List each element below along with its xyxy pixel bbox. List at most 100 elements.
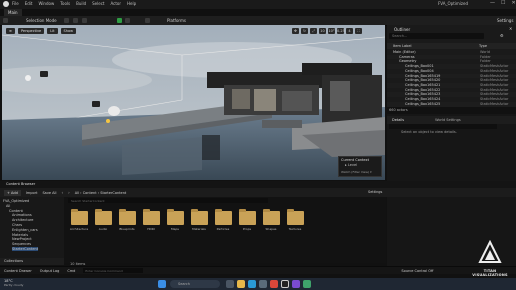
folder-tile[interactable]: Blueprints bbox=[116, 209, 138, 231]
outliner-col-label[interactable]: Item Label bbox=[387, 44, 479, 48]
chrome-icon[interactable] bbox=[270, 280, 278, 288]
cmd-dropdown[interactable]: Cmd bbox=[67, 269, 75, 273]
level-tab-main[interactable]: Main bbox=[4, 9, 22, 16]
folder-tile[interactable]: Shapes bbox=[260, 209, 282, 231]
breadcrumb-startercontent[interactable]: StarterContent bbox=[100, 191, 126, 195]
perspective-button[interactable]: Perspective bbox=[17, 28, 45, 34]
folder-tree-item[interactable]: NewProject bbox=[12, 237, 32, 241]
folder-label: Blueprints bbox=[119, 227, 135, 231]
folder-tree-item[interactable]: All bbox=[6, 204, 10, 208]
windows-start-icon[interactable] bbox=[158, 280, 166, 288]
folder-tile[interactable]: Maps bbox=[164, 209, 186, 231]
scale-icon[interactable]: ⤢ bbox=[310, 28, 317, 34]
camera-speed-value[interactable]: 4 bbox=[346, 28, 353, 34]
folder-tile[interactable]: Architecture bbox=[68, 209, 90, 231]
cinematics-icon[interactable] bbox=[82, 18, 87, 23]
folder-tree-item[interactable]: Animations bbox=[12, 213, 32, 217]
store-icon[interactable] bbox=[259, 280, 267, 288]
save-all-button[interactable]: Save All bbox=[42, 191, 56, 195]
maximize-viewport-icon[interactable]: ⛶ bbox=[355, 28, 362, 34]
outliner-row[interactable]: Ceilings_Box165425 StaticMeshActor bbox=[387, 101, 516, 107]
menu-window[interactable]: Window bbox=[38, 1, 54, 6]
task-view-icon[interactable] bbox=[226, 280, 234, 288]
folder-tree-item[interactable]: StarterContent bbox=[12, 247, 39, 251]
folder-tree-item[interactable]: Materials bbox=[12, 233, 28, 237]
unreal-engine-icon[interactable] bbox=[281, 280, 289, 288]
content-browser-tab[interactable]: Content Browser bbox=[0, 182, 35, 186]
maximize-button[interactable]: ☐ bbox=[501, 0, 505, 6]
menu-file[interactable]: File bbox=[12, 1, 19, 6]
minimize-button[interactable]: — bbox=[490, 0, 495, 6]
media-icon[interactable] bbox=[292, 280, 300, 288]
taskbar-search-input[interactable]: Search bbox=[170, 280, 220, 288]
platforms-dropdown[interactable]: Platforms bbox=[167, 17, 186, 24]
asset-search-placeholder: Search StarterContent bbox=[71, 199, 105, 203]
folder-tree-item[interactable]: Enlighten_cars bbox=[12, 228, 38, 232]
add-button[interactable]: + Add bbox=[4, 189, 21, 196]
settings-dropdown[interactable]: Settings bbox=[497, 17, 513, 24]
outliner-col-type[interactable]: Type bbox=[479, 44, 487, 48]
back-icon[interactable]: ‹ bbox=[62, 190, 64, 195]
folder-tree-item[interactable]: Architecture bbox=[12, 218, 33, 222]
launch-icon[interactable] bbox=[145, 18, 150, 23]
scale-snap-value[interactable]: 0.25 bbox=[337, 28, 345, 34]
translate-icon[interactable]: ✥ bbox=[292, 28, 299, 34]
current-context-footer[interactable]: Watch (Filter View) ▾ bbox=[339, 167, 381, 174]
folder-tile[interactable]: Particles bbox=[212, 209, 234, 231]
close-button[interactable]: ✕ bbox=[511, 0, 515, 6]
grid-snap-value[interactable]: 10 bbox=[319, 28, 326, 34]
breadcrumb-content[interactable]: Content bbox=[83, 191, 97, 195]
level-viewport[interactable] bbox=[2, 25, 385, 180]
menu-actor[interactable]: Actor bbox=[110, 1, 121, 6]
edge-browser-icon[interactable] bbox=[248, 280, 256, 288]
content-drawer-button[interactable]: Content Drawer bbox=[4, 269, 32, 273]
content-browser-settings-button[interactable]: Settings bbox=[368, 190, 382, 194]
outliner-close-icon[interactable]: ✕ bbox=[509, 26, 512, 31]
forward-icon[interactable]: › bbox=[68, 190, 70, 195]
menu-tools[interactable]: Tools bbox=[60, 1, 70, 6]
details-search-input[interactable] bbox=[389, 124, 497, 129]
app-icon[interactable] bbox=[303, 280, 311, 288]
details-empty-message: Select an object to view details. bbox=[401, 130, 457, 134]
titan-visualizations-logo: TITAN VISUALIZATIONS bbox=[466, 239, 514, 277]
asset-search-input[interactable]: Search StarterContent bbox=[68, 198, 268, 203]
output-log-button[interactable]: Output Log bbox=[40, 269, 60, 273]
console-input[interactable]: Enter Console Command bbox=[83, 268, 144, 273]
lit-button[interactable]: Lit bbox=[47, 28, 58, 34]
folder-tree-item[interactable]: FVA_Optimized bbox=[3, 199, 29, 203]
outliner-settings-icon[interactable]: ⚙ bbox=[500, 33, 504, 38]
menu-select[interactable]: Select bbox=[92, 1, 104, 6]
import-button[interactable]: Import bbox=[26, 191, 38, 195]
show-button[interactable]: Show bbox=[60, 28, 76, 34]
folder-tile[interactable]: Audio bbox=[92, 209, 114, 231]
folder-tile[interactable]: HDRI bbox=[140, 209, 162, 231]
folder-tile[interactable]: Props bbox=[236, 209, 258, 231]
rotation-snap-value[interactable]: 10° bbox=[328, 28, 335, 34]
add-actor-icon[interactable] bbox=[64, 18, 69, 23]
breadcrumb-all[interactable]: All bbox=[75, 191, 79, 195]
current-context-panel: Current Context ▸ Level Watch (Filter Vi… bbox=[338, 156, 382, 177]
source-control-status[interactable]: Source Control Off bbox=[401, 269, 433, 273]
viewport-options-button[interactable]: ≡ bbox=[6, 28, 15, 34]
folder-tree-item[interactable]: Sequences bbox=[12, 242, 31, 246]
weather-widget[interactable]: 18°C Partly cloudy bbox=[4, 279, 23, 287]
folder-tile[interactable]: Materials bbox=[188, 209, 210, 231]
folder-tile[interactable]: Textures bbox=[284, 209, 306, 231]
play-button-icon[interactable] bbox=[117, 18, 122, 23]
collections-section[interactable]: Collections bbox=[0, 258, 64, 265]
blueprint-icon[interactable] bbox=[73, 18, 78, 23]
outliner-search-input[interactable]: Search... bbox=[389, 33, 484, 39]
tab-details[interactable]: Details bbox=[387, 118, 409, 122]
file-explorer-icon[interactable] bbox=[237, 280, 245, 288]
menu-edit[interactable]: Edit bbox=[25, 1, 33, 6]
selection-mode-dropdown[interactable]: Selection Mode bbox=[26, 17, 57, 24]
folder-icon bbox=[118, 209, 136, 225]
tab-world-settings[interactable]: World Settings bbox=[409, 118, 461, 122]
menu-help[interactable]: Help bbox=[127, 1, 136, 6]
save-icon[interactable] bbox=[3, 18, 8, 23]
play-options-icon[interactable] bbox=[125, 18, 130, 23]
menu-build[interactable]: Build bbox=[76, 1, 86, 6]
folder-tree-item[interactable]: Content bbox=[9, 209, 23, 213]
rotate-icon[interactable]: ↻ bbox=[301, 28, 308, 34]
folder-tree-item[interactable]: Chars bbox=[12, 223, 22, 227]
